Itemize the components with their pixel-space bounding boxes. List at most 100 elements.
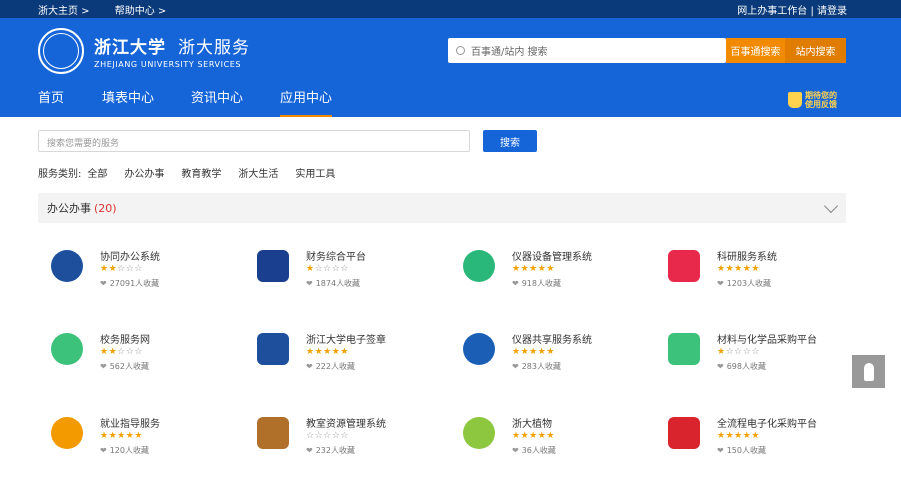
top-bar: 浙大主页 > 帮助中心 > 网上办事工作台 | 请登录 xyxy=(0,0,901,18)
service-name[interactable]: 校务服务网 xyxy=(100,331,150,346)
logo-cn: 浙江大学 xyxy=(94,38,166,58)
microscope-icon xyxy=(461,331,497,367)
nav-home[interactable]: 首页 xyxy=(38,84,64,117)
category-education[interactable]: 教育教学 xyxy=(181,165,221,180)
link-zju-home[interactable]: 浙大主页 > xyxy=(38,6,90,17)
header: 浙江大学 浙大服务 ZHEJIANG UNIVERSITY SERVICES 百事… xyxy=(0,18,901,84)
service-card[interactable]: 材料与化学品采购平台 ★☆☆☆☆ ❤ 698人收藏 xyxy=(666,331,866,391)
heart-icon[interactable]: ❤ xyxy=(100,279,107,288)
service-name[interactable]: 协同办公系统 xyxy=(100,248,160,263)
logo-service: 浙大服务 xyxy=(178,38,250,58)
rating-stars: ★★★★★ xyxy=(512,431,555,441)
favorite-count: ❤ 27091人收藏 xyxy=(100,278,159,289)
rating-stars: ★★★★★ xyxy=(306,347,349,357)
service-name[interactable]: 材料与化学品采购平台 xyxy=(717,331,817,346)
service-search-input[interactable]: 搜索您需要的服务 xyxy=(38,130,470,152)
rating-stars: ★★★★★ xyxy=(717,264,760,274)
favorite-count-text: 1874人收藏 xyxy=(315,279,361,288)
site-logo[interactable]: 浙江大学 浙大服务 ZHEJIANG UNIVERSITY SERVICES xyxy=(38,28,250,74)
link-help-center[interactable]: 帮助中心 > xyxy=(115,6,167,17)
favorite-count: ❤ 222人收藏 xyxy=(306,361,355,372)
heart-icon[interactable]: ❤ xyxy=(717,279,724,288)
service-card[interactable]: 校务服务网 ★★☆☆☆ ❤ 562人收藏 xyxy=(49,331,249,391)
favorite-count: ❤ 562人收藏 xyxy=(100,361,149,372)
favorite-count-text: 562人收藏 xyxy=(109,362,149,371)
service-name[interactable]: 仪器设备管理系统 xyxy=(512,248,592,263)
category-life[interactable]: 浙大生活 xyxy=(238,165,278,180)
heart-icon[interactable]: ❤ xyxy=(512,279,519,288)
chevron-down-icon[interactable] xyxy=(823,198,839,214)
service-name[interactable]: 浙江大学电子签章 xyxy=(306,331,386,346)
content: 搜索您需要的服务 搜索 服务类别: 全部 办公办事 教育教学 浙大生活 实用工具… xyxy=(0,117,901,482)
service-card[interactable]: 浙江大学电子签章 ★★★★★ ❤ 222人收藏 xyxy=(255,331,455,391)
favorite-count-text: 1203人收藏 xyxy=(726,279,772,288)
favorite-count-text: 27091人收藏 xyxy=(109,279,160,288)
nav-news[interactable]: 资讯中心 xyxy=(191,84,243,117)
zju-seal-logo-icon xyxy=(38,28,84,74)
favorite-count: ❤ 232人收藏 xyxy=(306,445,355,456)
cart-icon xyxy=(666,331,702,367)
category-all[interactable]: 全部 xyxy=(87,165,107,180)
section-count: (20) xyxy=(94,201,117,215)
atom-icon xyxy=(666,248,702,284)
heart-icon[interactable]: ❤ xyxy=(306,446,313,455)
service-card[interactable]: 仪器设备管理系统 ★★★★★ ❤ 918人收藏 xyxy=(461,248,661,308)
logo-en: ZHEJIANG UNIVERSITY SERVICES xyxy=(94,60,242,69)
section-title: 办公办事 xyxy=(47,202,91,215)
rating-stars: ★☆☆☆☆ xyxy=(306,264,349,274)
service-name[interactable]: 就业指导服务 xyxy=(100,415,160,430)
instrument-icon xyxy=(461,248,497,284)
favorite-count-text: 222人收藏 xyxy=(315,362,355,371)
favorite-count-text: 120人收藏 xyxy=(109,446,149,455)
favorite-count: ❤ 36人收藏 xyxy=(512,445,556,456)
service-name[interactable]: 全流程电子化采购平台 xyxy=(717,415,817,430)
back-to-top-button[interactable] xyxy=(852,355,885,388)
heart-icon[interactable]: ❤ xyxy=(512,362,519,371)
heart-icon[interactable]: ❤ xyxy=(512,446,519,455)
heart-icon[interactable]: ❤ xyxy=(306,362,313,371)
main-nav: 首页 填表中心 资讯中心 应用中心 期待您的 使用反馈 xyxy=(0,84,901,117)
rating-stars: ★★★★★ xyxy=(512,264,555,274)
nav-forms[interactable]: 填表中心 xyxy=(102,84,154,117)
service-card[interactable]: 全流程电子化采购平台 ★★★★★ ❤ 150人收藏 xyxy=(666,415,866,475)
wallet-icon xyxy=(255,248,291,284)
service-search-button[interactable]: 搜索 xyxy=(483,130,537,152)
favorite-count: ❤ 283人收藏 xyxy=(512,361,561,372)
heart-icon[interactable]: ❤ xyxy=(100,446,107,455)
rating-stars: ★★★★★ xyxy=(717,431,760,441)
rating-stars: ☆☆☆☆☆ xyxy=(306,431,349,441)
service-name[interactable]: 浙大植物 xyxy=(512,415,552,430)
favorite-count: ❤ 120人收藏 xyxy=(100,445,149,456)
service-name[interactable]: 教室资源管理系统 xyxy=(306,415,386,430)
rating-stars: ★★☆☆☆ xyxy=(100,347,143,357)
category-tools[interactable]: 实用工具 xyxy=(295,165,335,180)
heart-icon[interactable]: ❤ xyxy=(306,279,313,288)
feedback-line-2: 使用反馈 xyxy=(805,100,837,109)
service-card[interactable]: 财务综合平台 ★☆☆☆☆ ❤ 1874人收藏 xyxy=(255,248,455,308)
workbench-login[interactable]: 网上办事工作台 | 请登录 xyxy=(737,2,847,17)
service-card[interactable]: 浙大植物 ★★★★★ ❤ 36人收藏 xyxy=(461,415,661,475)
service-name[interactable]: 财务综合平台 xyxy=(306,248,366,263)
service-card[interactable]: 仪器共享服务系统 ★★★★★ ❤ 283人收藏 xyxy=(461,331,661,391)
top-links: 浙大主页 > 帮助中心 > xyxy=(38,2,188,17)
category-office[interactable]: 办公办事 xyxy=(124,165,164,180)
service-name[interactable]: 科研服务系统 xyxy=(717,248,777,263)
section-header[interactable]: 办公办事 (20) xyxy=(38,193,846,223)
favorite-count: ❤ 150人收藏 xyxy=(717,445,766,456)
feedback-badge[interactable]: 期待您的 使用反馈 xyxy=(788,88,846,112)
baishitong-search-button[interactable]: 百事通搜索 xyxy=(726,38,785,63)
briefcase-icon xyxy=(49,415,85,451)
service-name[interactable]: 仪器共享服务系统 xyxy=(512,331,592,346)
site-search-button[interactable]: 站内搜索 xyxy=(785,38,846,63)
service-card[interactable]: 就业指导服务 ★★★★★ ❤ 120人收藏 xyxy=(49,415,249,475)
heart-icon[interactable]: ❤ xyxy=(717,362,724,371)
header-search-input[interactable]: 百事通/站内 搜索 xyxy=(448,38,726,63)
heart-icon[interactable]: ❤ xyxy=(100,362,107,371)
nav-apps[interactable]: 应用中心 xyxy=(280,84,333,117)
search-icon xyxy=(456,46,465,55)
rating-stars: ★☆☆☆☆ xyxy=(717,347,760,357)
service-card[interactable]: 教室资源管理系统 ☆☆☆☆☆ ❤ 232人收藏 xyxy=(255,415,455,475)
service-card[interactable]: 协同办公系统 ★★☆☆☆ ❤ 27091人收藏 xyxy=(49,248,249,308)
heart-icon[interactable]: ❤ xyxy=(717,446,724,455)
service-card[interactable]: 科研服务系统 ★★★★★ ❤ 1203人收藏 xyxy=(666,248,866,308)
